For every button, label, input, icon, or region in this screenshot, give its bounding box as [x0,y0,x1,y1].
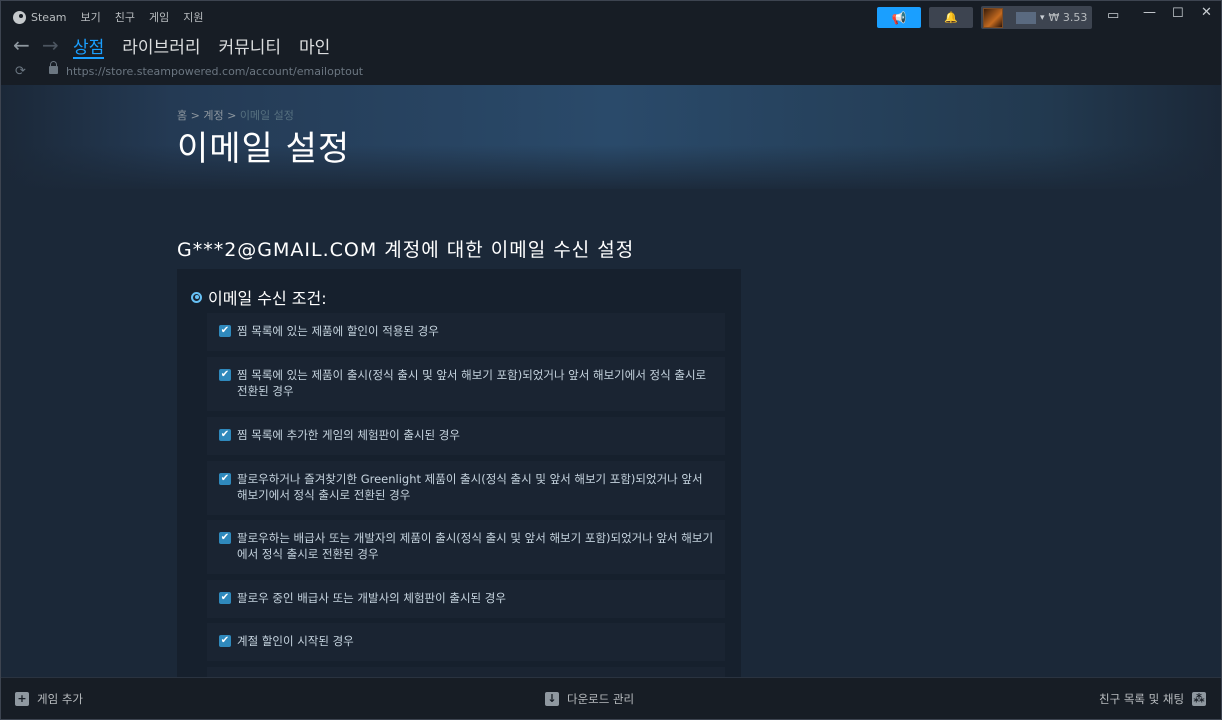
page-title: 이메일 설정 [177,129,351,169]
download-icon: ↓ [545,692,559,706]
reload-icon[interactable]: ⟳ [15,64,26,79]
option-label: 팔로우하거나 즐겨찾기한 Greenlight 제품이 출시(정식 출시 및 앞… [237,472,703,502]
lock-icon [49,61,58,74]
plus-icon: + [15,692,29,706]
menu-view[interactable]: 보기 [81,9,101,25]
option-row[interactable]: ✔ 팔로우하거나 즐겨찾기한 Greenlight 제품이 출시(정식 출시 및… [207,461,725,515]
page-content: 홈 > 계정 > 이메일 설정 이메일 설정 G***2@GMAIL.COM 계… [1,85,1221,677]
add-game-button[interactable]: + 게임 추가 [15,691,83,707]
conditions-header[interactable]: 이메일 수신 조건: [191,285,327,309]
back-arrow-icon[interactable]: ← [13,33,30,57]
forward-arrow-icon[interactable]: → [42,33,59,57]
account-menu-button[interactable]: ▾ ₩ 3.53 [981,6,1092,29]
nav-bar: ← → 상점 라이브러리 커뮤니티 마인 [1,33,1221,61]
menu-friends[interactable]: 친구 [115,9,135,25]
bottom-bar: + 게임 추가 ↓ 다운로드 관리 친구 목록 및 채팅 ⁂ [1,677,1221,719]
bell-icon: 🔔 [944,11,958,24]
checkbox-checked-icon[interactable]: ✔ [219,369,231,381]
announcements-button[interactable]: 📢 [877,7,921,28]
notifications-button[interactable]: 🔔 [929,7,973,28]
menu-help[interactable]: 지원 [183,9,203,25]
tab-store[interactable]: 상점 [73,33,105,59]
checkbox-checked-icon[interactable]: ✔ [219,635,231,647]
option-row[interactable]: ✔ 팔로우 중인 배급사 또는 개발사의 체험판이 출시된 경우 [207,580,725,618]
steam-logo-icon [13,10,26,24]
title-bar: Steam 보기 친구 게임 지원 📢 🔔 ▾ ₩ 3.53 ▭ — ☐ ✕ [1,1,1221,33]
wallet-balance: ₩ 3.53 [1048,11,1088,24]
option-label: 찜 목록에 있는 제품이 출시(정식 출시 및 앞서 해보기 포함)되었거나 앞… [237,368,707,398]
checkbox-checked-icon[interactable]: ✔ [219,592,231,604]
big-picture-icon[interactable]: ▭ [1107,8,1119,23]
option-row[interactable]: ✔ 찜 목록에 있는 제품이 출시(정식 출시 및 앞서 해보기 포함)되었거나… [207,357,725,411]
section-title: G***2@GMAIL.COM 계정에 대한 이메일 수신 설정 [177,239,635,261]
option-label: 찜 목록에 있는 제품에 할인이 적용된 경우 [237,324,439,338]
option-label: 팔로우 중인 배급사 또는 개발사의 체험판이 출시된 경우 [237,591,506,605]
option-row[interactable]: ✔ 찜 목록에 추가한 게임의 체험판이 출시된 경우 [207,417,725,455]
radio-selected-icon[interactable] [191,291,202,303]
friends-icon: ⁂ [1192,692,1207,706]
add-game-label: 게임 추가 [37,692,83,706]
option-label: 찜 목록에 추가한 게임의 체험판이 출시된 경우 [237,428,460,442]
friends-chat-button[interactable]: 친구 목록 및 채팅 ⁂ [1099,691,1207,707]
email-preferences-panel: 이메일 수신 조건: ✔ 찜 목록에 있는 제품에 할인이 적용된 경우 ✔ 찜… [177,269,741,677]
maximize-icon[interactable]: ☐ [1172,6,1184,21]
close-icon[interactable]: ✕ [1201,5,1212,20]
url-bar: ⟳ https://store.steampowered.com/account… [1,61,1221,83]
checkbox-checked-icon[interactable]: ✔ [219,429,231,441]
avatar [983,7,1003,28]
url-text[interactable]: https://store.steampowered.com/account/e… [66,65,363,78]
minimize-icon[interactable]: — [1143,5,1156,20]
option-label: 팔로우하는 배급사 또는 개발자의 제품이 출시(정식 출시 및 앞서 해보기 … [237,531,714,561]
downloads-label: 다운로드 관리 [567,692,635,706]
top-menu: Steam 보기 친구 게임 지원 [13,9,204,25]
chevron-down-icon: ▾ [1040,12,1045,23]
main-tabs: 상점 라이브러리 커뮤니티 마인 [73,33,330,59]
checkbox-checked-icon[interactable]: ✔ [219,532,231,544]
conditions-label: 이메일 수신 조건: [208,289,327,308]
tab-community[interactable]: 커뮤니티 [218,33,281,58]
downloads-button[interactable]: ↓ 다운로드 관리 [545,691,634,707]
megaphone-icon: 📢 [891,10,907,25]
option-row[interactable]: ✔ 계절 할인이 시작된 경우 [207,623,725,661]
steam-window: Steam 보기 친구 게임 지원 📢 🔔 ▾ ₩ 3.53 ▭ — ☐ ✕ ←… [0,0,1222,720]
checkbox-checked-icon[interactable]: ✔ [219,473,231,485]
username-redacted [1016,11,1036,24]
menu-games[interactable]: 게임 [149,9,169,25]
tab-library[interactable]: 라이브러리 [122,33,200,58]
option-label: 계절 할인이 시작된 경우 [237,634,354,648]
steam-menu-label: Steam [31,10,67,24]
tab-profile[interactable]: 마인 [299,33,330,58]
steam-menu[interactable]: Steam [13,10,67,24]
option-row-partial [207,667,725,677]
checkbox-checked-icon[interactable]: ✔ [219,325,231,337]
option-row[interactable]: ✔ 찜 목록에 있는 제품에 할인이 적용된 경우 [207,313,725,351]
option-row[interactable]: ✔ 팔로우하는 배급사 또는 개발자의 제품이 출시(정식 출시 및 앞서 해보… [207,520,725,574]
friends-chat-label: 친구 목록 및 채팅 [1099,692,1185,706]
